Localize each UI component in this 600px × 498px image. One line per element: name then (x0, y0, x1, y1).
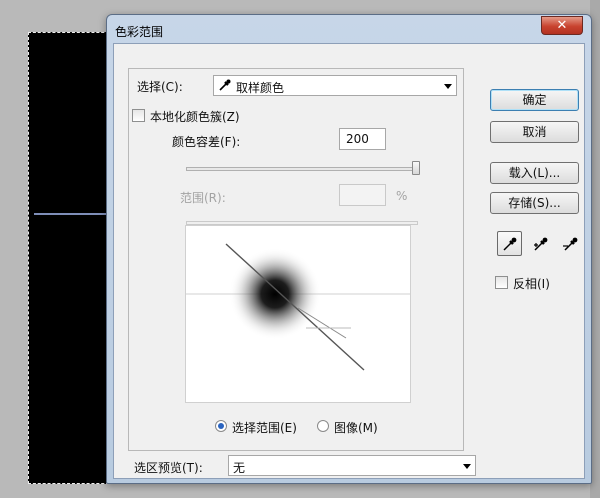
fuzziness-value: 200 (346, 132, 369, 146)
select-label: 选择(C): (137, 80, 183, 94)
selection-preview-value: 无 (233, 461, 246, 475)
close-button[interactable]: ✕ (541, 16, 583, 35)
dialog-title: 色彩范围 (115, 25, 164, 39)
eyedropper-minus-tool[interactable] (558, 231, 583, 256)
range-label: 范围(R): (180, 191, 226, 205)
invert-label: 反相(I) (513, 277, 550, 291)
selection-preview-label: 选区预览(T): (134, 461, 203, 475)
chevron-down-icon (444, 84, 452, 89)
range-unit: % (396, 189, 408, 203)
radio-selected-dot (218, 423, 224, 429)
view-selection-label: 选择范围(E) (232, 421, 297, 435)
view-image-label: 图像(M) (334, 421, 378, 435)
save-button[interactable]: 存储(S)... (490, 192, 579, 214)
cancel-button[interactable]: 取消 (490, 121, 579, 143)
localized-clusters-label: 本地化颜色簇(Z) (150, 110, 240, 124)
select-value: 取样颜色 (236, 81, 285, 95)
load-button[interactable]: 载入(L)... (490, 162, 579, 184)
selection-marquee (28, 32, 114, 484)
document-canvas (28, 32, 114, 484)
view-selection-radio[interactable] (215, 420, 227, 432)
fuzziness-label: 颜色容差(F): (172, 135, 241, 149)
eyedropper-icon (218, 78, 232, 95)
title-bar[interactable]: 色彩范围 ✕ (107, 15, 591, 45)
eyedropper-tool[interactable] (497, 231, 522, 256)
view-image-radio[interactable] (317, 420, 329, 432)
chevron-down-icon (463, 464, 471, 469)
range-input[interactable] (339, 184, 386, 206)
fuzziness-slider-track[interactable] (186, 167, 418, 171)
invert-checkbox[interactable] (495, 276, 508, 289)
fuzziness-input[interactable]: 200 (339, 128, 386, 150)
localized-clusters-checkbox[interactable] (132, 109, 145, 122)
eyedropper-plus-tool[interactable] (528, 231, 553, 256)
selection-preview-image (185, 225, 411, 403)
close-icon: ✕ (556, 18, 568, 33)
canvas-guide-line (34, 213, 114, 215)
selection-preview-dropdown[interactable]: 无 (228, 455, 476, 476)
ok-button[interactable]: 确定 (490, 89, 579, 111)
fuzziness-slider-thumb[interactable] (412, 161, 420, 175)
select-dropdown[interactable]: 取样颜色 (213, 75, 457, 96)
